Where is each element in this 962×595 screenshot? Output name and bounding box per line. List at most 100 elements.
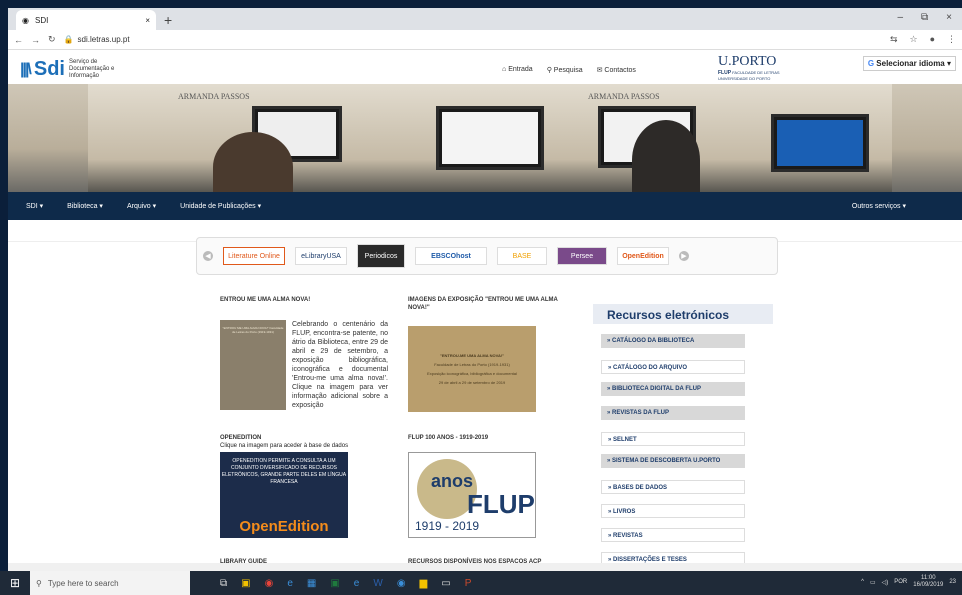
res-livros[interactable]: » LIVROS bbox=[601, 504, 745, 518]
col2-heading: IMAGENS DA EXPOSIÇÃO "ENTROU ME UMA ALMA… bbox=[408, 297, 558, 311]
chrome-icon[interactable]: ◉ bbox=[265, 578, 274, 589]
close-window-button[interactable]: × bbox=[946, 12, 952, 23]
res-catalogo-biblioteca[interactable]: » CATÁLOGO DA BIBLIOTECA bbox=[601, 334, 745, 348]
forward-icon[interactable]: → bbox=[31, 35, 40, 45]
nav-publicacoes[interactable]: Unidade de Publicações ▾ bbox=[180, 202, 261, 210]
ie-icon[interactable]: e bbox=[354, 578, 360, 589]
lang-indicator[interactable]: POR bbox=[894, 579, 907, 585]
notification-badge[interactable]: 23 bbox=[949, 579, 956, 585]
col-exposicao: ENTROU ME UMA ALMA NOVA! bbox=[220, 296, 390, 304]
carousel-prev-icon[interactable]: ◀ bbox=[203, 251, 213, 261]
menu-icon[interactable]: ⋮ bbox=[947, 34, 956, 45]
res-revistas[interactable]: » REVISTAS bbox=[601, 528, 745, 542]
star-icon[interactable]: ☆ bbox=[909, 34, 917, 45]
explorer-icon[interactable]: ▆ bbox=[420, 578, 428, 589]
openedition-banner[interactable]: OPENEDITION PERMITE A CONSULTA A UM CONJ… bbox=[220, 452, 348, 538]
tab-sdi[interactable]: ◉ SDI × bbox=[16, 10, 156, 30]
topnav-contactos[interactable]: ✉ Contactos bbox=[597, 66, 636, 74]
database-carousel: ◀ Literature Online eLibraryUSA Periodic… bbox=[196, 237, 778, 275]
book-cover-text: "ENTROU ME UMA ALMA NOVA!" Faculdade de … bbox=[222, 326, 284, 334]
language-label: Selecionar idioma bbox=[876, 59, 945, 68]
excel-icon[interactable]: ▣ bbox=[330, 578, 339, 589]
chevron-up-icon[interactable]: ^ bbox=[861, 579, 864, 585]
logo-persee[interactable]: Persee bbox=[557, 247, 607, 265]
logo-base[interactable]: BASE bbox=[497, 247, 547, 265]
flup-name: FLUP bbox=[467, 489, 535, 519]
horizontal-scrollbar[interactable] bbox=[8, 563, 962, 571]
task-view-icon[interactable]: ⧉ bbox=[220, 578, 227, 589]
store-icon[interactable]: ▣ bbox=[241, 578, 250, 589]
openedition-heading: OPENEDITION bbox=[220, 435, 262, 441]
logo-literature-online[interactable]: Literature Online bbox=[223, 247, 285, 265]
flup-years: 1919 - 2019 bbox=[415, 519, 480, 533]
minimize-button[interactable]: – bbox=[897, 12, 903, 23]
res-selnet[interactable]: » SELNET bbox=[601, 432, 745, 446]
topnav-entrada[interactable]: ⌂ Entrada bbox=[502, 66, 533, 74]
openedition-sub: Clique na imagem para aceder à base de d… bbox=[220, 443, 349, 449]
volume-icon[interactable]: ◁) bbox=[882, 579, 889, 586]
logo-wordmark: Sdi bbox=[33, 58, 65, 80]
logo-bars-icon: |||\ bbox=[20, 60, 32, 78]
res-revistas-flup[interactable]: » REVISTAS DA FLUP bbox=[601, 406, 745, 420]
res-bases-dados[interactable]: » BASES DE DADOS bbox=[601, 480, 745, 494]
restore-button[interactable]: ⧉ bbox=[921, 12, 928, 23]
openedition-text: OPENEDITION PERMITE A CONSULTA A UM CONJ… bbox=[221, 458, 347, 485]
exhib-subtitle: Faculdade de Letras do Porto (1919-1931) bbox=[434, 362, 510, 367]
res-catalogo-arquivo[interactable]: » CATÁLOGO DO ARQUIVO bbox=[601, 360, 745, 374]
clock[interactable]: 11:00 16/09/2019 bbox=[913, 575, 943, 589]
search-placeholder: Type here to search bbox=[47, 578, 119, 588]
topnav-pesquisa[interactable]: ⚲ Pesquisa bbox=[547, 66, 583, 74]
hero-caption-left: ARMANDA PASSOS bbox=[178, 92, 250, 101]
logo-periodicos[interactable]: Periodicos bbox=[357, 244, 405, 268]
site-header: |||\ Sdi Serviço de Documentação e Infor… bbox=[8, 50, 962, 84]
powerpoint-icon[interactable]: P bbox=[465, 578, 472, 589]
logo-openedition[interactable]: OpenEdition bbox=[617, 247, 669, 265]
monitor bbox=[436, 106, 544, 170]
porto-logo-text: U.PORTO bbox=[718, 54, 777, 69]
nav-outros-servicos[interactable]: Outros serviços ▾ bbox=[852, 202, 906, 210]
terminal-icon[interactable]: ▭ bbox=[441, 578, 450, 589]
logo-elibraryusa[interactable]: eLibraryUSA bbox=[295, 247, 347, 265]
translate-icon[interactable]: ⇆ bbox=[890, 34, 898, 45]
taskbar-apps: ⧉ ▣ ◉ e ▦ ▣ e W ◉ ▆ ▭ P bbox=[190, 578, 471, 589]
exhib-title: "ENTROU-ME UMA ALMA NOVA!" bbox=[439, 353, 505, 358]
new-tab-button[interactable]: + bbox=[164, 12, 172, 28]
openedition-logo: OpenEdition bbox=[239, 518, 329, 535]
flup100-banner[interactable]: anos FLUP 1919 - 2019 bbox=[408, 452, 536, 538]
windows-taskbar: ⊞ ⚲ Type here to search ⧉ ▣ ◉ e ▦ ▣ e W … bbox=[0, 571, 962, 595]
res-biblioteca-digital[interactable]: » BIBLIOTECA DIGITAL DA FLUP bbox=[601, 382, 745, 396]
windows-start-icon[interactable]: ⊞ bbox=[0, 576, 30, 590]
url-field[interactable]: 🔒 sdi.letras.up.pt bbox=[64, 35, 882, 44]
back-icon[interactable]: ← bbox=[14, 35, 23, 45]
top-nav: ⌂ Entrada ⚲ Pesquisa ✉ Contactos bbox=[502, 66, 636, 74]
uporto-logo[interactable]: U.PORTO FLUP FACULDADE DE LETRAS UNIVERS… bbox=[718, 54, 798, 81]
edge-icon[interactable]: e bbox=[287, 578, 293, 589]
reload-icon[interactable]: ↻ bbox=[48, 34, 56, 45]
logo-ebscohost[interactable]: EBSCOhost bbox=[415, 247, 487, 265]
language-select[interactable]: G Selecionar idioma ▾ bbox=[862, 56, 956, 71]
col1-heading: ENTROU ME UMA ALMA NOVA! bbox=[220, 297, 311, 303]
exposicao-book-image[interactable]: "ENTROU ME UMA ALMA NOVA!" Faculdade de … bbox=[220, 320, 286, 410]
content-area: ENTROU ME UMA ALMA NOVA! "ENTROU ME UMA … bbox=[220, 290, 780, 580]
profile-icon[interactable]: ● bbox=[930, 34, 935, 45]
nav-sdi[interactable]: SDI ▾ bbox=[26, 202, 43, 210]
nav-arquivo[interactable]: Arquivo ▾ bbox=[127, 202, 156, 210]
nav-biblioteca[interactable]: Biblioteca ▾ bbox=[67, 202, 103, 210]
people-icon[interactable]: ▦ bbox=[307, 578, 316, 589]
network-icon[interactable]: ▭ bbox=[870, 579, 876, 586]
skype-icon[interactable]: ◉ bbox=[397, 578, 406, 589]
search-icon: ⚲ bbox=[36, 578, 42, 588]
monitor bbox=[771, 114, 869, 172]
taskbar-search[interactable]: ⚲ Type here to search bbox=[30, 571, 190, 595]
system-tray: ^ ▭ ◁) POR 11:00 16/09/2019 23 bbox=[861, 575, 956, 589]
close-icon[interactable]: × bbox=[145, 16, 150, 25]
hero-banner: ARMANDA PASSOS ARMANDA PASSOS bbox=[8, 84, 962, 192]
sdi-logo[interactable]: |||\ Sdi Serviço de Documentação e Infor… bbox=[20, 58, 139, 81]
clock-date: 16/09/2019 bbox=[913, 582, 944, 588]
res-sistema-descoberta[interactable]: » SISTEMA DE DESCOBERTA U.PORTO bbox=[601, 454, 745, 468]
globe-icon: ◉ bbox=[22, 15, 29, 25]
recursos-title: Recursos eletrónicos bbox=[593, 304, 773, 324]
exposicao-image[interactable]: "ENTROU-ME UMA ALMA NOVA!" Faculdade de … bbox=[408, 326, 536, 412]
carousel-next-icon[interactable]: ▶ bbox=[679, 251, 689, 261]
word-icon[interactable]: W bbox=[373, 578, 382, 589]
